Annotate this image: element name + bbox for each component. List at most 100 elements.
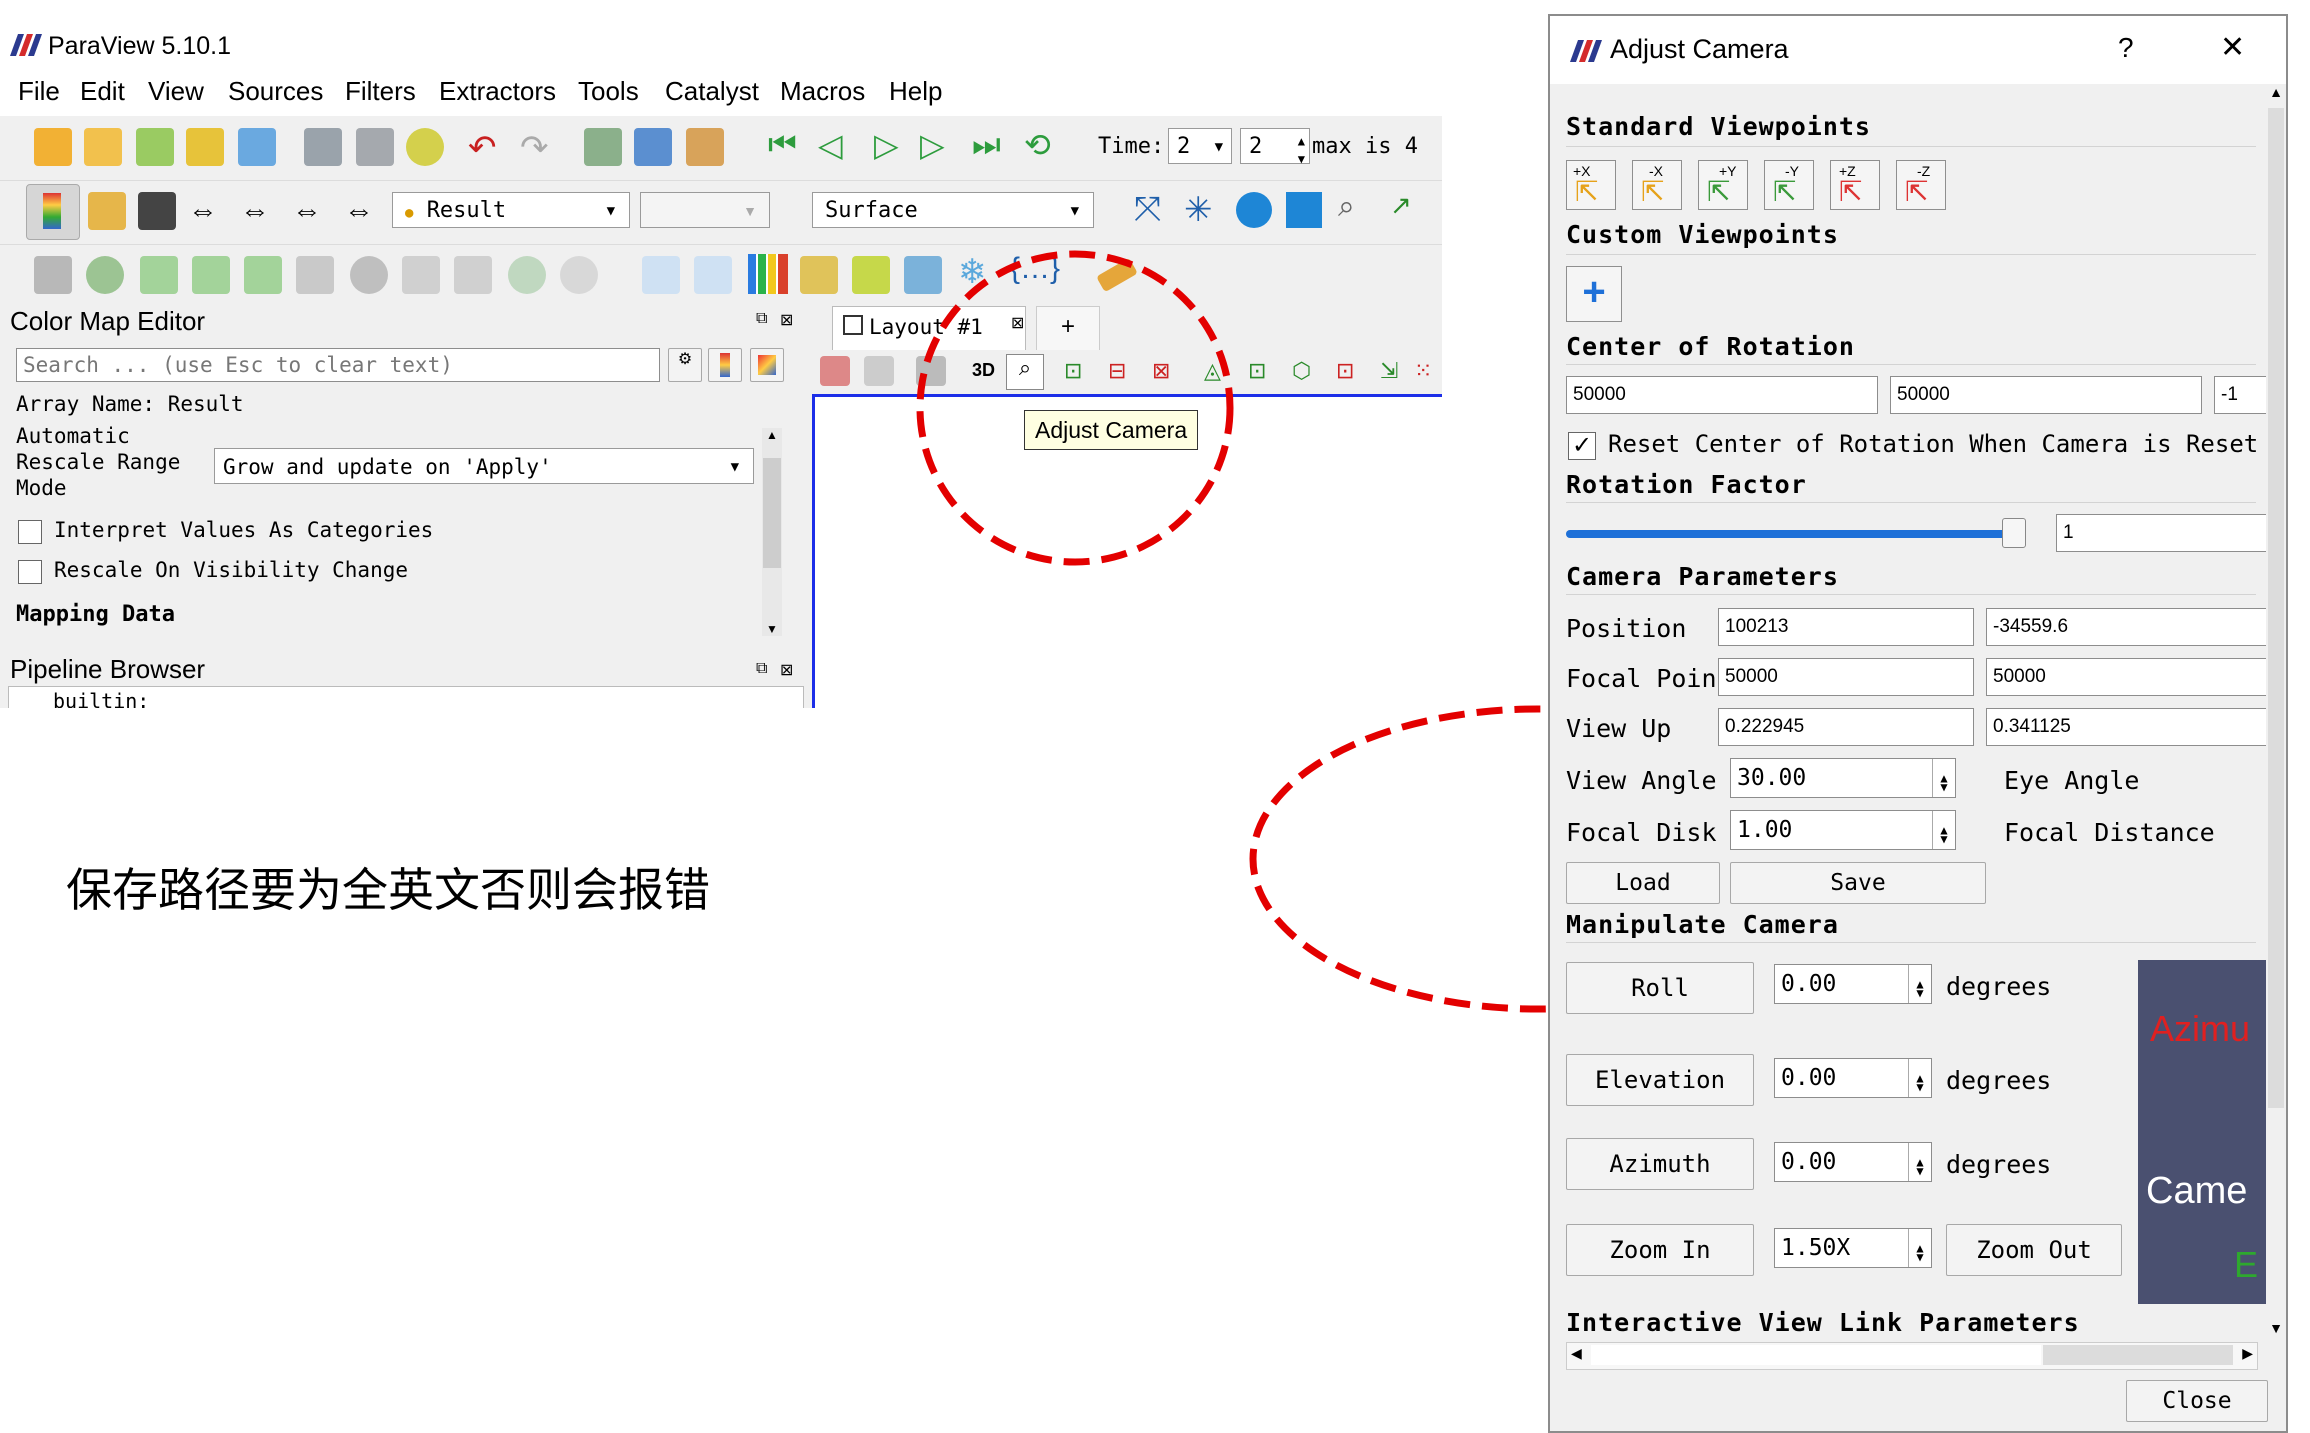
close-button[interactable]: Close: [2126, 1380, 2268, 1422]
roll-value: 0.00: [1781, 971, 1837, 997]
azimuth-degrees-label: degrees: [1946, 1150, 2052, 1179]
load-button[interactable]: Load: [1566, 862, 1720, 904]
spin-down-icon[interactable]: ▼: [1908, 1078, 1931, 1097]
elevation-spinbox[interactable]: 0.00 ▲ ▼: [1774, 1058, 1932, 1098]
view-up-y-input[interactable]: 0.341125: [1986, 708, 2266, 746]
view-angle-spinbox[interactable]: 30.00 ▲ ▼: [1730, 758, 1956, 798]
elevation-value: 0.00: [1781, 1065, 1837, 1091]
dialog-scroll-area: Standard Viewpoints +X ⇱ -X ⇱ +Y ⇱ -Y ⇱ …: [1550, 84, 2266, 1346]
roll-button[interactable]: Roll: [1566, 962, 1754, 1014]
view-plus-y-button[interactable]: +Y ⇱: [1698, 160, 1748, 210]
reset-center-label: Reset Center of Rotation When Camera is …: [1608, 430, 2259, 458]
focal-distance-label: Focal Distance: [2004, 818, 2215, 847]
center-y-input[interactable]: 50000: [1890, 376, 2202, 414]
axis-arrow-icon: ⇱: [1641, 176, 1665, 207]
axis-arrow-icon: ⇱: [1905, 176, 1929, 207]
focal-disk-label: Focal Disk: [1566, 818, 1717, 847]
spin-up-icon[interactable]: ▲: [1908, 1229, 1931, 1255]
axis-arrow-icon: ⇱: [1839, 176, 1863, 207]
view-minus-z-button[interactable]: -Z ⇱: [1896, 160, 1946, 210]
dialog-horizontal-scrollbar[interactable]: ◀ ▶: [1566, 1342, 2258, 1370]
scroll-thumb[interactable]: [2043, 1345, 2233, 1365]
preview-text-camera: Came: [2146, 1170, 2248, 1212]
scroll-up-icon[interactable]: ▲: [2266, 84, 2286, 100]
highlight-ellipse-adjust-camera: [916, 250, 1234, 566]
scroll-right-icon[interactable]: ▶: [2242, 1345, 2253, 1362]
slider-fill: [1566, 530, 2014, 538]
preview-text-azimuth: Azimu: [2150, 1008, 2251, 1049]
divider: [1566, 364, 2256, 365]
zoom-out-button[interactable]: Zoom Out: [1946, 1224, 2122, 1276]
spin-up-icon[interactable]: ▲: [1908, 1059, 1931, 1085]
dialog-title-bar: Adjust Camera ? ✕: [1550, 16, 2286, 84]
axis-arrow-icon: ⇱: [1575, 176, 1599, 207]
view-plus-x-button[interactable]: +X ⇱: [1566, 160, 1616, 210]
focal-disk-value: 1.00: [1737, 817, 1793, 843]
spin-down-icon[interactable]: ▼: [1908, 1248, 1931, 1267]
azimuth-value: 0.00: [1781, 1149, 1837, 1175]
focal-point-x-input[interactable]: 50000: [1718, 658, 1974, 696]
close-dialog-icon[interactable]: ✕: [2220, 30, 2245, 65]
view-up-label: View Up: [1566, 714, 1672, 743]
rotation-factor-slider[interactable]: [1566, 518, 2026, 548]
manipulate-camera-header: Manipulate Camera: [1566, 910, 1839, 939]
azimuth-spinbox[interactable]: 0.00 ▲ ▼: [1774, 1142, 1932, 1182]
axis-arrow-icon: ⇱: [1707, 176, 1731, 207]
divider: [1566, 254, 2256, 255]
center-z-input[interactable]: -1: [2214, 376, 2266, 414]
save-button[interactable]: Save: [1730, 862, 1986, 904]
focal-point-label: Focal Point: [1566, 664, 1732, 693]
slider-thumb[interactable]: [2002, 518, 2026, 548]
zoom-spinbox[interactable]: 1.50X ▲ ▼: [1774, 1228, 1932, 1268]
roll-degrees-label: degrees: [1946, 972, 2052, 1001]
spin-down-icon[interactable]: ▼: [1908, 1162, 1931, 1181]
spin-down-icon[interactable]: ▼: [1932, 778, 1955, 797]
spin-down-icon[interactable]: ▼: [1932, 830, 1955, 849]
scroll-left-icon[interactable]: ◀: [1571, 1345, 1582, 1362]
roll-spinbox[interactable]: 0.00 ▲ ▼: [1774, 964, 1932, 1004]
annotation-text: 保存路径要为全英文否则会报错: [66, 863, 710, 917]
view-minus-x-button[interactable]: -X ⇱: [1632, 160, 1682, 210]
zoom-value: 1.50X: [1781, 1235, 1851, 1261]
help-button[interactable]: ?: [2118, 32, 2134, 64]
spin-up-icon[interactable]: ▲: [1932, 811, 1955, 837]
focal-disk-spinbox[interactable]: 1.00 ▲ ▼: [1730, 810, 1956, 850]
preview-text-e: E: [2234, 1244, 2259, 1285]
dialog-vertical-scrollbar[interactable]: ▲ ▼: [2266, 84, 2286, 1346]
view-angle-value: 30.00: [1737, 765, 1807, 791]
custom-viewpoints-header: Custom Viewpoints: [1566, 220, 1839, 249]
zoom-in-button[interactable]: Zoom In: [1566, 1224, 1754, 1276]
view-angle-label: View Angle: [1566, 766, 1717, 795]
spin-down-icon[interactable]: ▼: [1908, 984, 1931, 1003]
paraview-logo-icon: [1570, 40, 1602, 62]
eye-angle-label: Eye Angle: [2004, 766, 2140, 795]
position-x-input[interactable]: 100213: [1718, 608, 1974, 646]
azimuth-button[interactable]: Azimuth: [1566, 1138, 1754, 1190]
spin-up-icon[interactable]: ▲: [1908, 965, 1931, 991]
rotation-factor-input[interactable]: 1: [2056, 514, 2266, 552]
adjust-camera-dialog: Adjust Camera ? ✕ Standard Viewpoints +X…: [1548, 14, 2288, 1433]
center-x-input[interactable]: 50000: [1566, 376, 1878, 414]
scroll-thumb[interactable]: [2268, 108, 2284, 1108]
reset-center-checkbox[interactable]: ✓: [1568, 432, 1596, 460]
add-custom-viewpoint-button[interactable]: +: [1566, 266, 1622, 322]
position-y-input[interactable]: -34559.6: [1986, 608, 2266, 646]
spin-up-icon[interactable]: ▲: [1932, 759, 1955, 785]
scroll-down-icon[interactable]: ▼: [2266, 1320, 2286, 1336]
elevation-button[interactable]: Elevation: [1566, 1054, 1754, 1106]
view-plus-z-button[interactable]: +Z ⇱: [1830, 160, 1880, 210]
camera-parameters-header: Camera Parameters: [1566, 562, 1839, 591]
divider: [1566, 502, 2256, 503]
spin-up-icon[interactable]: ▲: [1908, 1143, 1931, 1169]
center-of-rotation-header: Center of Rotation: [1566, 332, 1855, 361]
view-minus-y-button[interactable]: -Y ⇱: [1764, 160, 1814, 210]
divider: [1566, 146, 2256, 147]
viewpoint-buttons: +X ⇱ -X ⇱ +Y ⇱ -Y ⇱ +Z ⇱ -Z ⇱: [1566, 160, 2266, 216]
view-up-x-input[interactable]: 0.222945: [1718, 708, 1974, 746]
divider: [1566, 594, 2256, 595]
axis-arrow-icon: ⇱: [1773, 176, 1797, 207]
focal-point-y-input[interactable]: 50000: [1986, 658, 2266, 696]
rotation-factor-header: Rotation Factor: [1566, 470, 1807, 499]
interactive-link-header: Interactive View Link Parameters: [1566, 1308, 2080, 1337]
scroll-track: [1591, 1345, 2041, 1365]
